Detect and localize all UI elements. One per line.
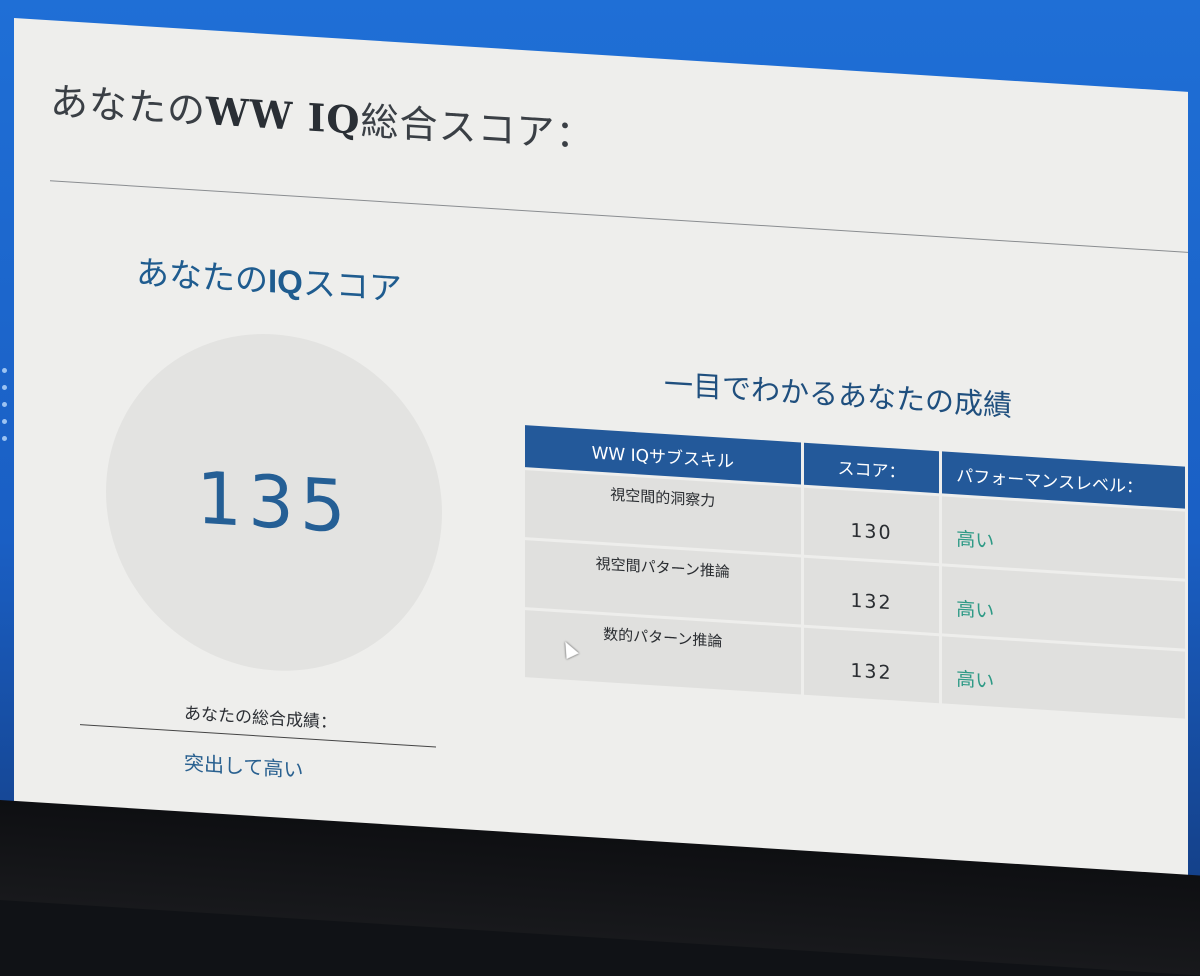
page-title-suffix: 総合スコア： — [360, 98, 595, 158]
overall-result-label: あなたの総合成績： — [184, 703, 337, 734]
performance-level: 高い — [942, 496, 1185, 579]
subskill-score: 132 — [803, 557, 940, 634]
overall-result-value: 突出して高い — [184, 750, 304, 783]
iq-heading-suffix: スコア — [302, 263, 402, 309]
results-page: あなたのWW IQ総合スコア： あなたのIQスコア 135 あなたの総合成績： … — [14, 18, 1188, 934]
wallpaper-dots — [2, 368, 8, 453]
iq-score-circle: 135 — [106, 323, 442, 681]
page-title-brand: WW IQ — [206, 88, 361, 143]
performance-level: 高い — [942, 636, 1185, 719]
page-title: あなたのWW IQ総合スコア： — [50, 70, 595, 159]
page-title-prefix: あなたの — [50, 79, 207, 134]
iq-heading-prefix: あなたの — [136, 252, 268, 300]
title-divider — [50, 180, 1188, 253]
results-at-a-glance-heading: 一目でわかるあなたの成績 — [664, 366, 1013, 423]
subskill-score: 132 — [803, 627, 940, 704]
subskill-score: 130 — [803, 487, 940, 564]
subskill-results-table: WW IQサブスキル スコア： パフォーマンスレベル： 視空間的洞察力 130 … — [522, 422, 1188, 722]
iq-score-value: 135 — [196, 455, 352, 550]
performance-level: 高い — [942, 566, 1185, 649]
iq-score-heading: あなたのIQスコア — [136, 246, 402, 311]
iq-heading-brand: IQ — [268, 261, 303, 302]
column-header-score: スコア： — [803, 442, 940, 494]
